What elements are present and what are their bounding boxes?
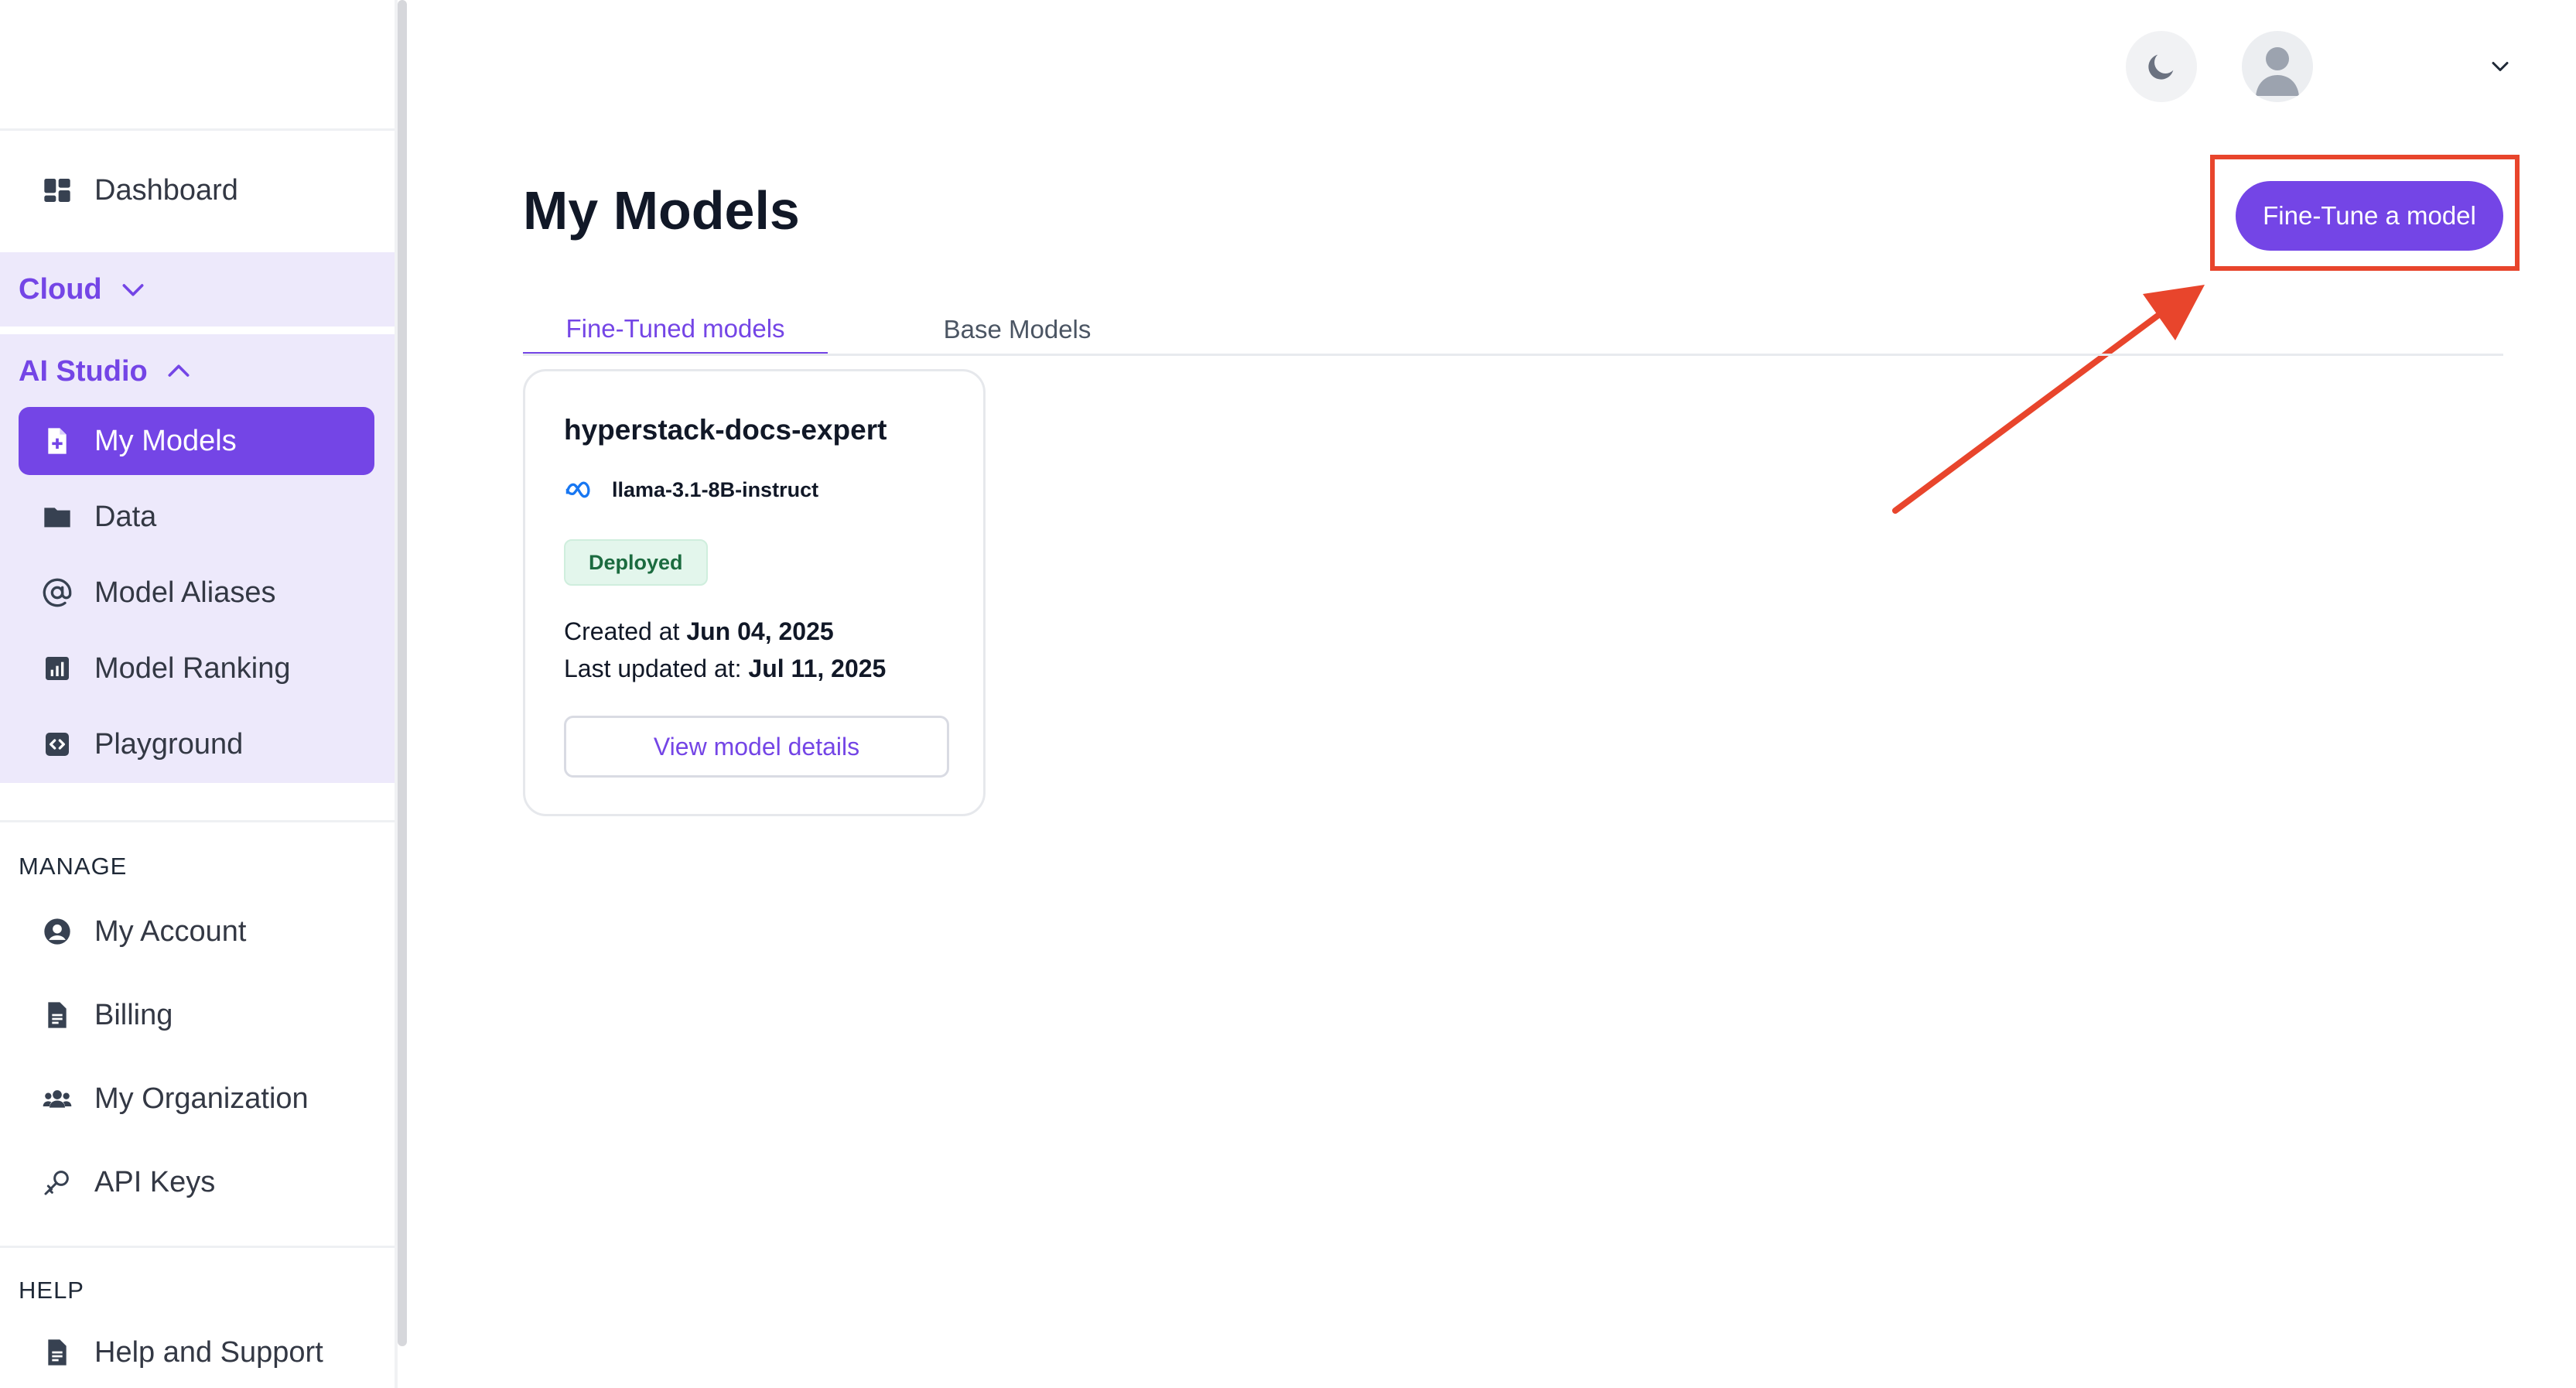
sidebar-group-ai-studio[interactable]: AI Studio (19, 348, 194, 395)
view-model-details-button[interactable]: View model details (564, 716, 949, 778)
avatar[interactable] (2242, 31, 2313, 102)
chevron-down-icon (122, 284, 144, 296)
annotation-arrow (1892, 285, 2205, 514)
annotation-highlight-box (2210, 155, 2520, 271)
theme-toggle-button[interactable] (2126, 31, 2197, 102)
updated-date: Last updated at: Jul 11, 2025 (564, 655, 886, 683)
sidebar-item-my-models[interactable]: My Models (19, 407, 374, 475)
tab-fine-tuned-models[interactable]: Fine-Tuned models (523, 306, 828, 355)
sidebar-item-dashboard[interactable]: Dashboard (19, 156, 374, 224)
section-label-manage: MANAGE (19, 853, 128, 880)
document-icon (40, 998, 74, 1032)
sidebar-group-cloud[interactable]: Cloud (19, 266, 149, 313)
sidebar-item-label: Data (94, 500, 157, 533)
updated-label: Last updated at: (564, 655, 742, 682)
tabs-underline (523, 354, 2503, 356)
moon-icon (2148, 54, 2174, 80)
model-card: hyperstack-docs-expert llama-3.1-8B-inst… (523, 369, 986, 816)
created-date: Created at Jun 04, 2025 (564, 617, 834, 646)
sidebar-item-data[interactable]: Data (19, 483, 374, 551)
sidebar-item-label: Dashboard (94, 173, 238, 207)
sidebar-item-playground[interactable]: Playground (19, 710, 374, 778)
users-icon (40, 1082, 74, 1116)
created-value: Jun 04, 2025 (686, 617, 834, 645)
sidebar-item-my-organization[interactable]: My Organization (19, 1065, 374, 1133)
sidebar-item-my-account[interactable]: My Account (19, 897, 374, 966)
section-label-help: HELP (19, 1277, 84, 1304)
tab-base-models[interactable]: Base Models (890, 306, 1145, 354)
sidebar-item-label: Model Aliases (94, 576, 276, 609)
file-plus-icon (40, 424, 74, 458)
sidebar-divider (0, 1246, 395, 1248)
base-model-name: llama-3.1-8B-instruct (612, 478, 819, 501)
key-icon (40, 1165, 74, 1199)
sidebar-item-label: Help and Support (94, 1335, 323, 1369)
sidebar-item-label: My Account (94, 915, 247, 948)
code-icon (40, 727, 74, 761)
bar-chart-icon (40, 651, 74, 685)
ai-studio-label: AI Studio (19, 354, 148, 388)
sidebar-divider (0, 820, 395, 822)
created-label: Created at (564, 617, 680, 645)
updated-value: Jul 11, 2025 (748, 655, 887, 682)
sidebar-item-label: Playground (94, 727, 244, 761)
sidebar-item-help-and-support[interactable]: Help and Support (19, 1318, 374, 1386)
model-name: hyperstack-docs-expert (564, 414, 887, 446)
sidebar-scrollbar[interactable] (398, 0, 407, 1346)
sidebar-item-label: My Organization (94, 1082, 309, 1115)
sidebar-item-label: API Keys (94, 1165, 216, 1198)
meta-logo-icon (565, 480, 590, 497)
cloud-label: Cloud (19, 272, 102, 306)
sidebar-item-model-ranking[interactable]: Model Ranking (19, 634, 374, 703)
sidebar-divider (0, 128, 395, 131)
sidebar-item-billing[interactable]: Billing (19, 981, 374, 1049)
sidebar-item-label: My Models (94, 424, 237, 457)
dashboard-icon (40, 173, 74, 207)
document-icon (40, 1335, 74, 1369)
user-avatar-icon (2256, 47, 2299, 96)
at-sign-icon (40, 576, 74, 610)
sidebar-item-api-keys[interactable]: API Keys (19, 1148, 374, 1216)
sidebar-item-label: Billing (94, 998, 173, 1031)
chevron-down-icon[interactable] (2486, 53, 2514, 80)
sidebar-item-model-aliases[interactable]: Model Aliases (19, 559, 374, 627)
folder-icon (40, 500, 74, 534)
base-model-row: llama-3.1-8B-instruct (564, 478, 818, 502)
user-circle-icon (40, 915, 74, 949)
status-badge: Deployed (564, 539, 708, 586)
page-title: My Models (523, 180, 800, 241)
sidebar: Dashboard Cloud AI Studio My Models Data… (0, 0, 398, 1388)
chevron-up-icon (168, 364, 190, 377)
sidebar-item-label: Model Ranking (94, 651, 291, 685)
